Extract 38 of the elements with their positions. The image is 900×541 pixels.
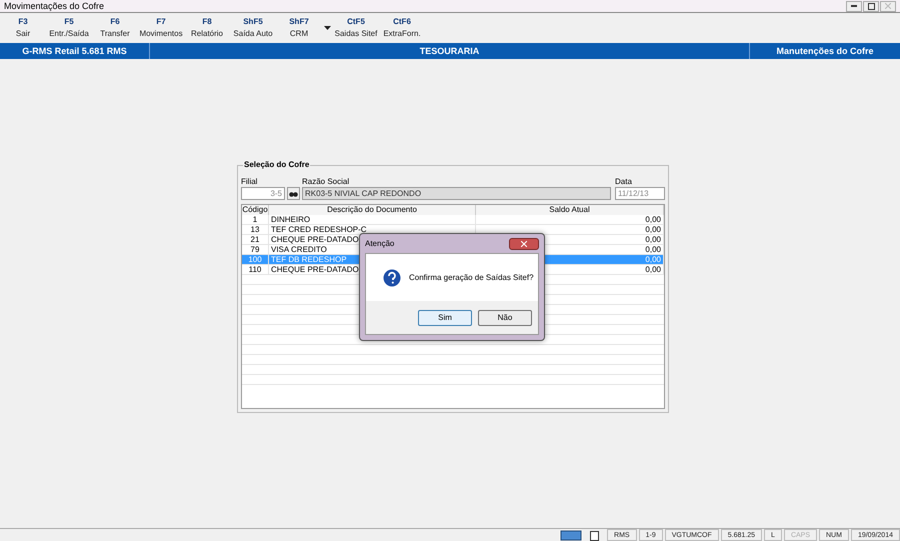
column-header: Saldo Atual: [476, 205, 664, 215]
binoculars-icon[interactable]: [287, 187, 300, 200]
toolbar-button[interactable]: ShF7 CRM: [276, 16, 322, 40]
toolbar-button[interactable]: F6 Transfer: [92, 16, 138, 40]
restore-button[interactable]: [863, 0, 879, 12]
column-header: Descrição do Documento: [269, 205, 476, 215]
dialog-button[interactable]: Sim: [418, 310, 472, 326]
input-field[interactable]: RK03-5 NIVIAL CAP REDONDO: [302, 187, 611, 200]
toolbar-button[interactable]: ShF5 Saída Auto: [230, 16, 276, 40]
toolbar-button[interactable]: F3 Sair: [0, 16, 46, 40]
group-title: Seleção do Cofre: [243, 160, 310, 169]
close-icon: [885, 3, 891, 9]
toolbar-button[interactable]: F7 Movimentos: [138, 16, 184, 40]
toolbar-button[interactable]: CtF5 Saidas Sitef: [333, 16, 379, 40]
question-icon: [383, 268, 401, 286]
table-row[interactable]: 1 DINHEIRO 0,00: [242, 215, 664, 225]
column-header: Código: [242, 205, 269, 215]
screen-name: Manutenções do Cofre: [775, 45, 874, 58]
restore-icon: [868, 2, 874, 10]
app-name: G-RMS Retail 5.681 RMS: [0, 43, 150, 59]
minimize-button[interactable]: [846, 0, 862, 12]
toolbar-button[interactable]: F8 Relatório: [184, 16, 230, 40]
dialog-title: Atenção: [365, 239, 394, 248]
field-label: Data: [615, 176, 633, 187]
monitor-icon: [560, 530, 582, 541]
field-label: Razão Social: [302, 176, 350, 187]
dialog-message: Confirma geração de Saídas Sitef?: [409, 273, 534, 282]
dialog-button[interactable]: Não: [478, 310, 532, 326]
toolbar-button[interactable]: F5 Entr./Saída: [46, 16, 92, 40]
toolbar-button[interactable]: CtF6 ExtraForn.: [379, 16, 425, 40]
close-button[interactable]: [509, 238, 539, 250]
clipboard-icon: [590, 530, 600, 541]
window-title: Movimentações do Cofre: [4, 1, 104, 11]
field-label: Filial: [241, 176, 258, 187]
close-icon: [521, 240, 527, 246]
module-name: TESOURARIA: [150, 43, 750, 59]
minimize-icon: [851, 5, 857, 7]
caret-icon[interactable]: [324, 26, 331, 30]
